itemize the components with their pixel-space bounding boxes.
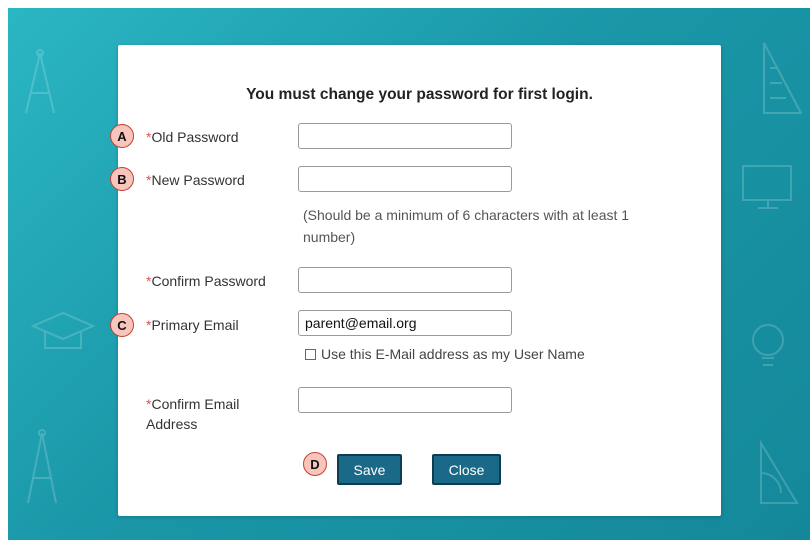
- dialog-title: You must change your password for first …: [246, 86, 593, 103]
- confirm-email-input[interactable]: [298, 387, 512, 413]
- use-email-as-username-option[interactable]: Use this E-Mail address as my User Name: [305, 346, 585, 362]
- compass-doodle-icon: [25, 49, 55, 114]
- annotation-marker-c: C: [110, 313, 134, 337]
- compass-doodle-icon-2: [27, 429, 57, 504]
- annotation-marker-a: A: [110, 124, 134, 148]
- confirm-password-input[interactable]: [298, 267, 512, 293]
- use-email-as-username-label: Use this E-Mail address as my User Name: [321, 346, 585, 362]
- new-password-input[interactable]: [298, 166, 512, 192]
- close-button[interactable]: Close: [432, 454, 501, 485]
- monitor-doodle-icon: [742, 165, 792, 209]
- old-password-input[interactable]: [298, 123, 512, 149]
- ruler-doodle-icon: [763, 42, 803, 114]
- change-password-dialog: You must change your password for first …: [118, 45, 721, 516]
- confirm-password-label: *Confirm Password: [146, 273, 266, 289]
- old-password-label: *Old Password: [146, 129, 239, 145]
- new-password-label: *New Password: [146, 172, 245, 188]
- annotation-marker-b: B: [110, 167, 134, 191]
- password-requirements-hint: (Should be a minimum of 6 characters wit…: [303, 207, 630, 245]
- lightbulb-doodle-icon: [752, 324, 784, 366]
- save-button[interactable]: Save: [337, 454, 402, 485]
- graduation-cap-doodle-icon: [30, 311, 96, 349]
- confirm-email-label: *Confirm Email Address: [146, 396, 240, 432]
- annotation-marker-d: D: [303, 452, 327, 476]
- primary-email-input[interactable]: [298, 310, 512, 336]
- primary-email-label: *Primary Email: [146, 317, 239, 333]
- protractor-doodle-icon: [760, 439, 799, 504]
- use-email-as-username-checkbox[interactable]: [305, 348, 316, 360]
